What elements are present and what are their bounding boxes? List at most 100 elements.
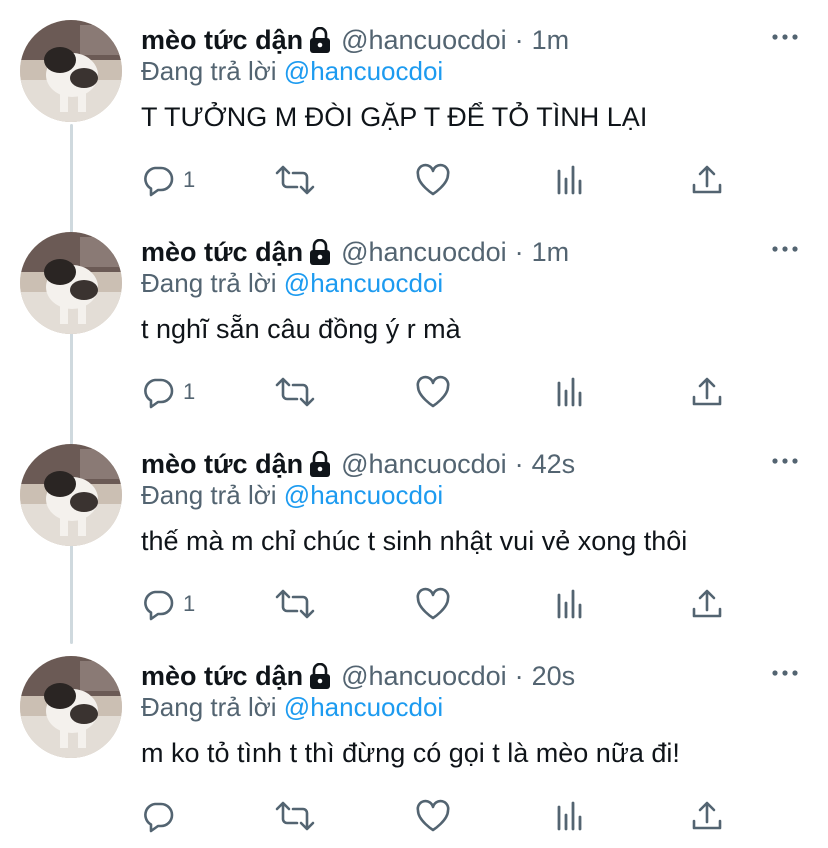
cat-avatar: [20, 20, 122, 122]
more-icon[interactable]: [770, 446, 800, 476]
share-icon: [692, 165, 722, 194]
retweet-button[interactable]: [275, 798, 315, 834]
avatar[interactable]: [20, 232, 122, 334]
replying-prefix: Đang trả lời: [141, 268, 277, 298]
separator-dot: ·: [514, 660, 524, 691]
share-button[interactable]: [690, 798, 724, 834]
replying-to: Đang trả lời @hancuocdoi: [141, 268, 443, 299]
tweet-text: thế mà m chỉ chúc t sinh nhật vui vẻ xon…: [141, 526, 688, 556]
replying-to: Đang trả lời @hancuocdoi: [141, 56, 443, 87]
timestamp[interactable]: 20s: [532, 661, 576, 692]
reply-button[interactable]: 1: [141, 374, 195, 410]
tweet-actions: 1: [141, 162, 741, 198]
avatar[interactable]: [20, 444, 122, 546]
lock-icon: [309, 238, 331, 265]
separator-dot: ·: [514, 24, 524, 55]
display-name[interactable]: mèo tức dận: [141, 25, 303, 56]
analytics-button[interactable]: [553, 586, 587, 622]
like-icon: [416, 587, 450, 620]
replying-to: Đang trả lời @hancuocdoi: [141, 480, 443, 511]
reply-icon: [144, 166, 174, 197]
cat-avatar: [20, 444, 122, 546]
tweet-text: m ko tỏ tình t thì đừng có gọi t là mèo …: [141, 738, 680, 768]
cat-avatar: [20, 656, 122, 758]
replying-mention[interactable]: @hancuocdoi: [284, 480, 443, 510]
lock-icon: [309, 450, 331, 477]
display-name[interactable]: mèo tức dận: [141, 237, 303, 268]
replying-prefix: Đang trả lời: [141, 692, 277, 722]
share-icon: [692, 377, 722, 406]
analytics-icon: [557, 377, 582, 407]
tweet[interactable]: mèo tức dận @hancuocdoi · 42s Đang trả l…: [0, 424, 828, 636]
replying-prefix: Đang trả lời: [141, 480, 277, 510]
tweet-header: mèo tức dận @hancuocdoi · 20s: [141, 656, 575, 696]
analytics-icon: [557, 165, 582, 195]
more-icon[interactable]: [770, 234, 800, 264]
reply-count: 1: [183, 167, 196, 192]
replying-prefix: Đang trả lời: [141, 56, 277, 86]
analytics-button[interactable]: [553, 162, 587, 198]
reply-icon: [144, 590, 174, 621]
tweet-actions: [141, 798, 741, 834]
more-icon[interactable]: [770, 658, 800, 688]
reply-button[interactable]: 1: [141, 162, 195, 198]
share-button[interactable]: [690, 586, 724, 622]
retweet-icon: [275, 801, 315, 831]
like-button[interactable]: [415, 162, 451, 198]
handle[interactable]: @hancuocdoi: [341, 25, 507, 56]
analytics-button[interactable]: [553, 798, 587, 834]
timestamp[interactable]: 1m: [532, 25, 570, 56]
tweet-header: mèo tức dận @hancuocdoi · 1m: [141, 232, 569, 272]
separator-dot: ·: [514, 448, 524, 479]
timestamp[interactable]: 42s: [532, 449, 576, 480]
reply-icon: [144, 802, 174, 833]
like-button[interactable]: [415, 798, 451, 834]
handle[interactable]: @hancuocdoi: [341, 237, 507, 268]
tweet-header: mèo tức dận @hancuocdoi · 1m: [141, 20, 569, 60]
tweet-header: mèo tức dận @hancuocdoi · 42s: [141, 444, 575, 484]
avatar[interactable]: [20, 656, 122, 758]
share-icon: [692, 589, 722, 618]
share-icon: [692, 801, 722, 830]
like-button[interactable]: [415, 374, 451, 410]
reply-icon: [144, 378, 174, 409]
retweet-icon: [275, 377, 315, 407]
separator-dot: ·: [514, 236, 524, 267]
tweet[interactable]: mèo tức dận @hancuocdoi · 20s Đang trả l…: [0, 636, 828, 848]
replying-mention[interactable]: @hancuocdoi: [284, 268, 443, 298]
handle[interactable]: @hancuocdoi: [341, 661, 507, 692]
tweet-actions: 1: [141, 374, 741, 410]
retweet-button[interactable]: [275, 162, 315, 198]
display-name[interactable]: mèo tức dận: [141, 661, 303, 692]
reply-button[interactable]: [141, 798, 183, 834]
retweet-button[interactable]: [275, 374, 315, 410]
tweet-text: t nghĩ sẵn câu đồng ý r mà: [141, 314, 461, 344]
cat-avatar: [20, 232, 122, 334]
tweet-actions: 1: [141, 586, 741, 622]
replying-mention[interactable]: @hancuocdoi: [284, 56, 443, 86]
tweet[interactable]: mèo tức dận @hancuocdoi · 1m Đang trả lờ…: [0, 0, 828, 212]
like-icon: [416, 799, 450, 832]
share-button[interactable]: [690, 162, 724, 198]
handle[interactable]: @hancuocdoi: [341, 449, 507, 480]
analytics-icon: [557, 589, 582, 619]
retweet-icon: [275, 165, 315, 195]
replying-mention[interactable]: @hancuocdoi: [284, 692, 443, 722]
share-button[interactable]: [690, 374, 724, 410]
retweet-icon: [275, 589, 315, 619]
analytics-icon: [557, 801, 582, 831]
reply-button[interactable]: 1: [141, 586, 195, 622]
like-icon: [416, 375, 450, 408]
replying-to: Đang trả lời @hancuocdoi: [141, 692, 443, 723]
tweet-text: T TƯỞNG M ĐÒI GẶP T ĐỂ TỎ TÌNH LẠI: [141, 102, 648, 132]
tweet[interactable]: mèo tức dận @hancuocdoi · 1m Đang trả lờ…: [0, 212, 828, 424]
avatar[interactable]: [20, 20, 122, 122]
retweet-button[interactable]: [275, 586, 315, 622]
display-name[interactable]: mèo tức dận: [141, 449, 303, 480]
timestamp[interactable]: 1m: [532, 237, 570, 268]
like-button[interactable]: [415, 586, 451, 622]
more-icon[interactable]: [770, 22, 800, 52]
like-icon: [416, 163, 450, 196]
reply-count: 1: [183, 379, 196, 404]
analytics-button[interactable]: [553, 374, 587, 410]
